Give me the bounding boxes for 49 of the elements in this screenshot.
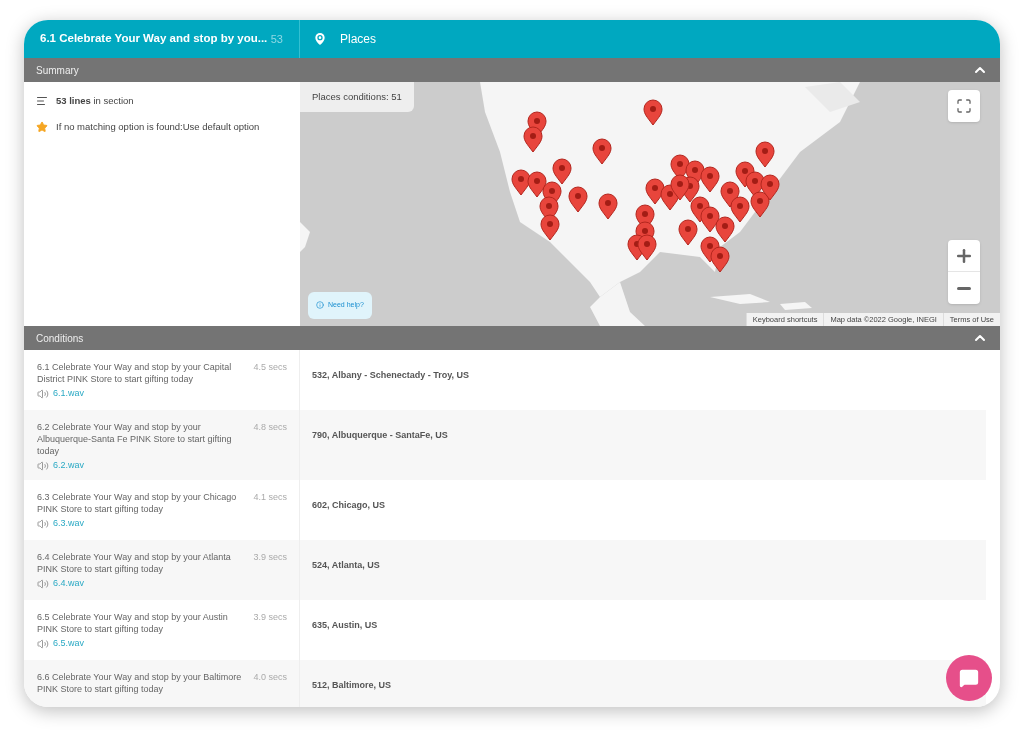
audio-file-link[interactable]: 6.5.wav (53, 637, 85, 651)
info-icon (316, 301, 324, 310)
section-title: Summary (36, 63, 79, 78)
condition-row[interactable]: 6.6 Celebrate Your Way and stop by your Baltimore PINK Store to start gifting today 4.0 secs 512, Baltimore, US (24, 660, 986, 707)
place-text: 602, Chicago, US (312, 500, 386, 510)
places-tab[interactable]: Places (300, 20, 389, 58)
duration-text: 4.0 secs (253, 671, 287, 684)
speaker-icon (37, 638, 49, 650)
section-title: Conditions (36, 331, 84, 346)
condition-text: 6.3 Celebrate Your Way and stop by your Chicago PINK Store to start gifting today (37, 491, 238, 515)
place-text: 532, Albany - Schenectady - Troy, US (312, 370, 470, 380)
lines-count: 53 lines in section (56, 94, 134, 108)
condition-text: 6.6 Celebrate Your Way and stop by your Baltimore PINK Store to start gifting today (37, 671, 243, 695)
fullscreen-button[interactable] (948, 90, 980, 122)
audio-file-link[interactable]: 6.2.wav (53, 459, 85, 473)
condition-row[interactable]: 6.2 Celebrate Your Way and stop by your Albuquerque-Santa Fe PINK Store to start gifting today 4.8 secs 6.2.wav 790, Albuquerque - SantaFe, US (24, 410, 986, 480)
condition-text: 6.2 Celebrate Your Way and stop by your Albuquerque-Santa Fe PINK Store to start gifting today (37, 421, 233, 457)
section-header[interactable]: Conditions (24, 326, 1000, 350)
place-text: 524, Atlanta, US (312, 560, 380, 570)
speaker-icon (37, 460, 49, 472)
duration-text: 3.9 secs (253, 611, 287, 624)
speaker-icon (37, 518, 49, 530)
condition-row[interactable]: 6.4 Celebrate Your Way and stop by your Atlanta PINK Store to start gifting today 3.9 secs 6.4.wav 524, Atlanta, US (24, 540, 986, 600)
place-text: 512, Baltimore, US (312, 680, 392, 690)
audio-file-link[interactable]: 6.4.wav (53, 577, 85, 591)
fullscreen-icon (956, 98, 972, 114)
conditions-label: Places conditions: 51 (300, 82, 414, 113)
item-count: 53 (270, 31, 283, 47)
duration-text: 4.8 secs (253, 421, 287, 434)
duration-text: 4.5 secs (253, 361, 287, 374)
place-text: 635, Austin, US (312, 620, 378, 630)
audio-file-link[interactable]: 6.3.wav (53, 517, 85, 531)
place-text: 790, Albuquerque - SantaFe, US (312, 430, 448, 440)
condition-text: 6.4 Celebrate Your Way and stop by your Atlanta PINK Store to start gifting today (37, 551, 232, 575)
section-header[interactable]: Summary (24, 58, 1000, 82)
star-icon (36, 121, 48, 134)
duration-text: 4.1 secs (253, 491, 287, 504)
speaker-icon (37, 388, 49, 400)
lines-icon (36, 95, 48, 108)
condition-text: 6.1 Celebrate Your Way and stop by your Capital District PINK Store to start gifting today (37, 361, 233, 385)
default-note: If no matching option is found:Use default option (56, 120, 260, 135)
chat-icon (959, 668, 979, 688)
item-title: 6.1 Celebrate Your Way and stop by you... (40, 31, 268, 47)
duration-text: 3.9 secs (253, 551, 287, 564)
audio-file-link[interactable]: 6.1.wav (53, 387, 85, 401)
minus-icon (957, 286, 971, 290)
condition-text: 6.5 Celebrate Your Way and stop by your Austin PINK Store to start gifting today (37, 611, 229, 635)
speaker-icon (37, 578, 49, 590)
pin-icon (312, 31, 328, 47)
